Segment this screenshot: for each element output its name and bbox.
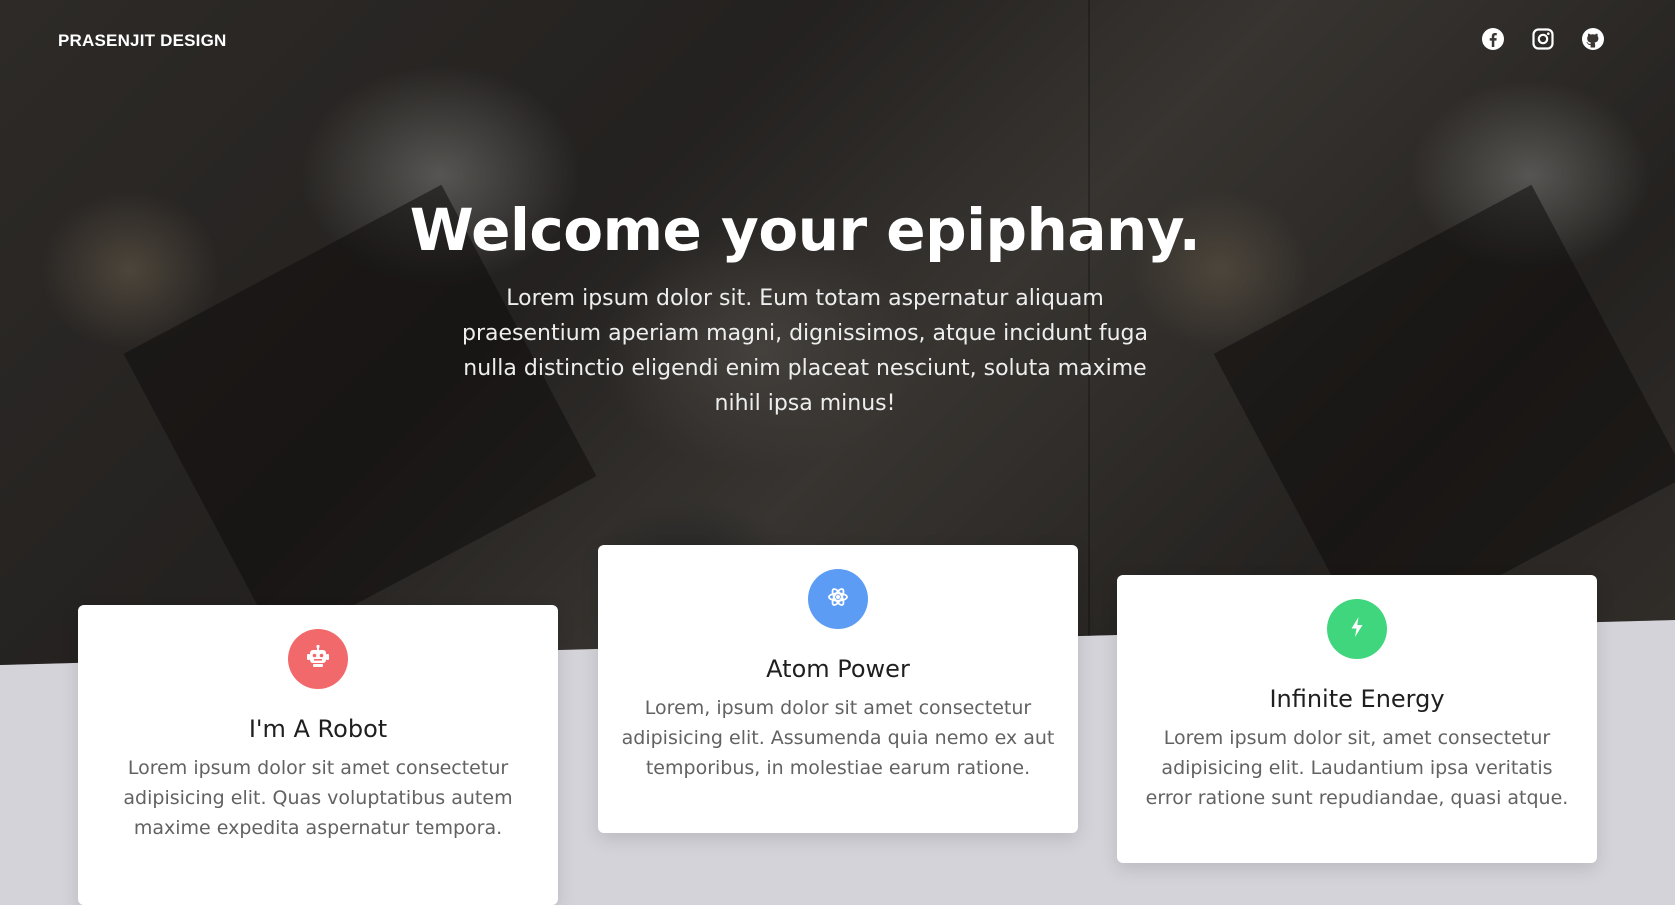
card-title: I'm A Robot <box>248 715 388 743</box>
atom-icon-badge <box>808 569 868 629</box>
facebook-link[interactable] <box>1481 27 1505 55</box>
atom-icon <box>826 585 850 613</box>
robot-icon-badge <box>288 629 348 689</box>
card-title: Atom Power <box>766 655 910 683</box>
github-icon <box>1581 27 1605 55</box>
lightning-bolt-icon <box>1345 615 1369 643</box>
facebook-icon <box>1481 27 1505 55</box>
instagram-link[interactable] <box>1531 27 1555 55</box>
card-description: Lorem ipsum dolor sit, amet consectetur … <box>1145 727 1569 809</box>
feature-card-energy: Infinite Energy Lorem ipsum dolor sit, a… <box>1117 575 1597 863</box>
instagram-icon <box>1531 27 1555 55</box>
feature-card-robot: I'm A Robot Lorem ipsum dolor sit amet c… <box>78 605 558 905</box>
feature-card-atom: Atom Power Lorem, ipsum dolor sit amet c… <box>598 545 1078 833</box>
card-title: Infinite Energy <box>1269 685 1445 713</box>
github-link[interactable] <box>1581 27 1605 55</box>
card-description: Lorem ipsum dolor sit amet consectetur a… <box>123 757 513 839</box>
card-description: Lorem, ipsum dolor sit amet consectetur … <box>621 697 1055 779</box>
brand-logo[interactable]: PRASENJIT DESIGN <box>58 31 227 51</box>
hero-lead-text: Lorem ipsum dolor sit. Eum totam asperna… <box>462 286 1148 416</box>
social-links <box>1481 27 1605 55</box>
lightning-bolt-icon-badge <box>1327 599 1387 659</box>
hero-headline: Welcome your epiphany. <box>409 196 1201 264</box>
robot-icon <box>305 644 331 674</box>
